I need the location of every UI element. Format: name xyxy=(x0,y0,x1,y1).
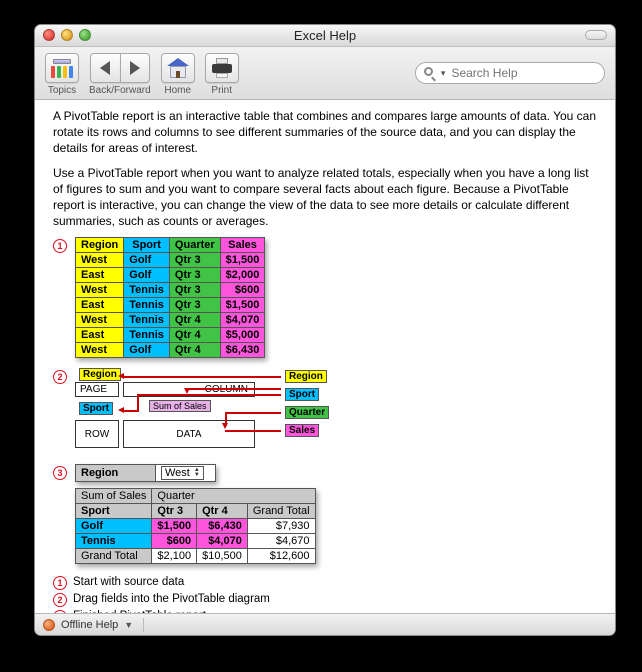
table-row: WestGolfQtr 3$1,500 xyxy=(76,253,265,268)
status-dropdown-icon[interactable]: ▼ xyxy=(124,620,133,630)
status-label: Offline Help xyxy=(61,619,118,631)
pivot-col-0: Qtr 3 xyxy=(152,504,197,519)
col-sport: Sport xyxy=(124,238,170,253)
forward-button[interactable] xyxy=(120,53,150,83)
diagram-field-region: Region xyxy=(79,368,121,381)
callout-3: 3 xyxy=(53,466,67,480)
legend-text-3: Finished PivotTable report xyxy=(73,610,206,613)
legend-text-1: Start with source data xyxy=(73,576,184,588)
intro-paragraph-1: A PivotTable report is an interactive ta… xyxy=(53,108,597,157)
arrow-left-icon xyxy=(100,61,110,75)
callout-legend: 1 Start with source data 2 Drag fields int… xyxy=(53,574,597,613)
pivot-sum-label: Sum of Sales xyxy=(76,489,152,504)
legend-callout-2: 2 xyxy=(53,593,67,607)
table-row: EastTennisQtr 3$1,500 xyxy=(76,298,265,313)
titlebar: Excel Help xyxy=(35,25,615,47)
print-label: Print xyxy=(211,85,232,96)
diagram-row-area: ROW xyxy=(75,420,119,448)
pivot-row: Golf $1,500 $6,430 $7,930 xyxy=(76,519,316,534)
status-orb-icon xyxy=(43,619,55,631)
callout-1: 1 xyxy=(53,239,67,253)
search-icon xyxy=(424,67,435,80)
diagram-field-sport: Sport xyxy=(79,402,113,415)
backforward-label: Back/Forward xyxy=(89,85,151,96)
printer-icon xyxy=(211,58,233,78)
table-row: WestGolfQtr 4$6,430 xyxy=(76,343,265,358)
table-header-row: Region Sport Quarter Sales xyxy=(76,238,265,253)
pivot-row-field: Sport xyxy=(76,504,152,519)
search-field[interactable]: ▾ xyxy=(415,62,605,84)
fieldlist-quarter: Quarter xyxy=(285,406,329,419)
legend-text-2: Drag fields into the PivotTable diagram xyxy=(73,593,270,605)
fieldlist-sport: Sport xyxy=(285,388,319,401)
pivot-total-row: Grand Total $2,100 $10,500 $12,600 xyxy=(76,549,316,564)
col-quarter: Quarter xyxy=(169,238,220,253)
window-controls xyxy=(43,29,91,41)
home-label: Home xyxy=(164,85,191,96)
fieldlist-region: Region xyxy=(285,370,327,383)
help-window: Excel Help Topics Back/Forward xyxy=(34,24,616,636)
pivot-result-table: Sum of Sales Quarter Sport Qtr 3 Qtr 4 G… xyxy=(75,488,316,564)
source-data-table: Region Sport Quarter Sales WestGolfQtr 3… xyxy=(75,237,265,358)
content-area[interactable]: A PivotTable report is an interactive ta… xyxy=(35,100,615,613)
pivot-filter-table: Region West ▲▼ xyxy=(75,464,216,482)
chevron-down-icon: ▾ xyxy=(441,68,446,79)
pivot-col-field: Quarter xyxy=(152,489,315,504)
topics-label: Topics xyxy=(48,85,76,96)
window-title: Excel Help xyxy=(294,28,356,43)
table-row: WestTennisQtr 3$600 xyxy=(76,283,265,298)
arrow-right-icon xyxy=(130,61,140,75)
diagram-data-area: DATA xyxy=(123,420,255,448)
legend-callout-3: 3 xyxy=(53,610,67,613)
pivot-row: Tennis $600 $4,070 $4,670 xyxy=(76,534,316,549)
table-row: EastTennisQtr 4$5,000 xyxy=(76,328,265,343)
home-icon xyxy=(167,58,189,78)
table-row: WestTennisQtr 4$4,070 xyxy=(76,313,265,328)
col-sales: Sales xyxy=(220,238,265,253)
pivot-filter-dropdown[interactable]: West ▲▼ xyxy=(161,466,204,480)
diagram-sum-of-sales: Sum of Sales xyxy=(149,400,211,412)
zoom-button[interactable] xyxy=(79,29,91,41)
toolbar-toggle-button[interactable] xyxy=(585,30,607,40)
pivottable-diagram: Region PAGE Sport ROW Quarter COLUMN Sum… xyxy=(75,368,435,454)
legend-callout-1: 1 xyxy=(53,576,67,590)
col-region: Region xyxy=(76,238,124,253)
close-button[interactable] xyxy=(43,29,55,41)
pivot-filter-field: Region xyxy=(76,465,156,482)
status-bar: Offline Help ▼ xyxy=(35,613,615,635)
intro-paragraph-2: Use a PivotTable report when you want to… xyxy=(53,165,597,230)
status-separator xyxy=(143,618,144,632)
pivot-col-1: Qtr 4 xyxy=(197,504,248,519)
pivot-grand-col: Grand Total xyxy=(247,504,315,519)
pivot-filter-value: West xyxy=(165,467,190,479)
home-button[interactable] xyxy=(161,53,195,83)
minimize-button[interactable] xyxy=(61,29,73,41)
toolbar: Topics Back/Forward Home xyxy=(35,47,615,100)
fieldlist-sales: Sales xyxy=(285,424,319,437)
topics-button[interactable] xyxy=(45,53,79,83)
search-input[interactable] xyxy=(451,66,596,80)
table-row: EastGolfQtr 3$2,000 xyxy=(76,268,265,283)
diagram-page-area: PAGE xyxy=(75,382,119,397)
back-button[interactable] xyxy=(90,53,120,83)
stepper-icon: ▲▼ xyxy=(194,468,200,478)
print-button[interactable] xyxy=(205,53,239,83)
callout-2: 2 xyxy=(53,370,67,384)
